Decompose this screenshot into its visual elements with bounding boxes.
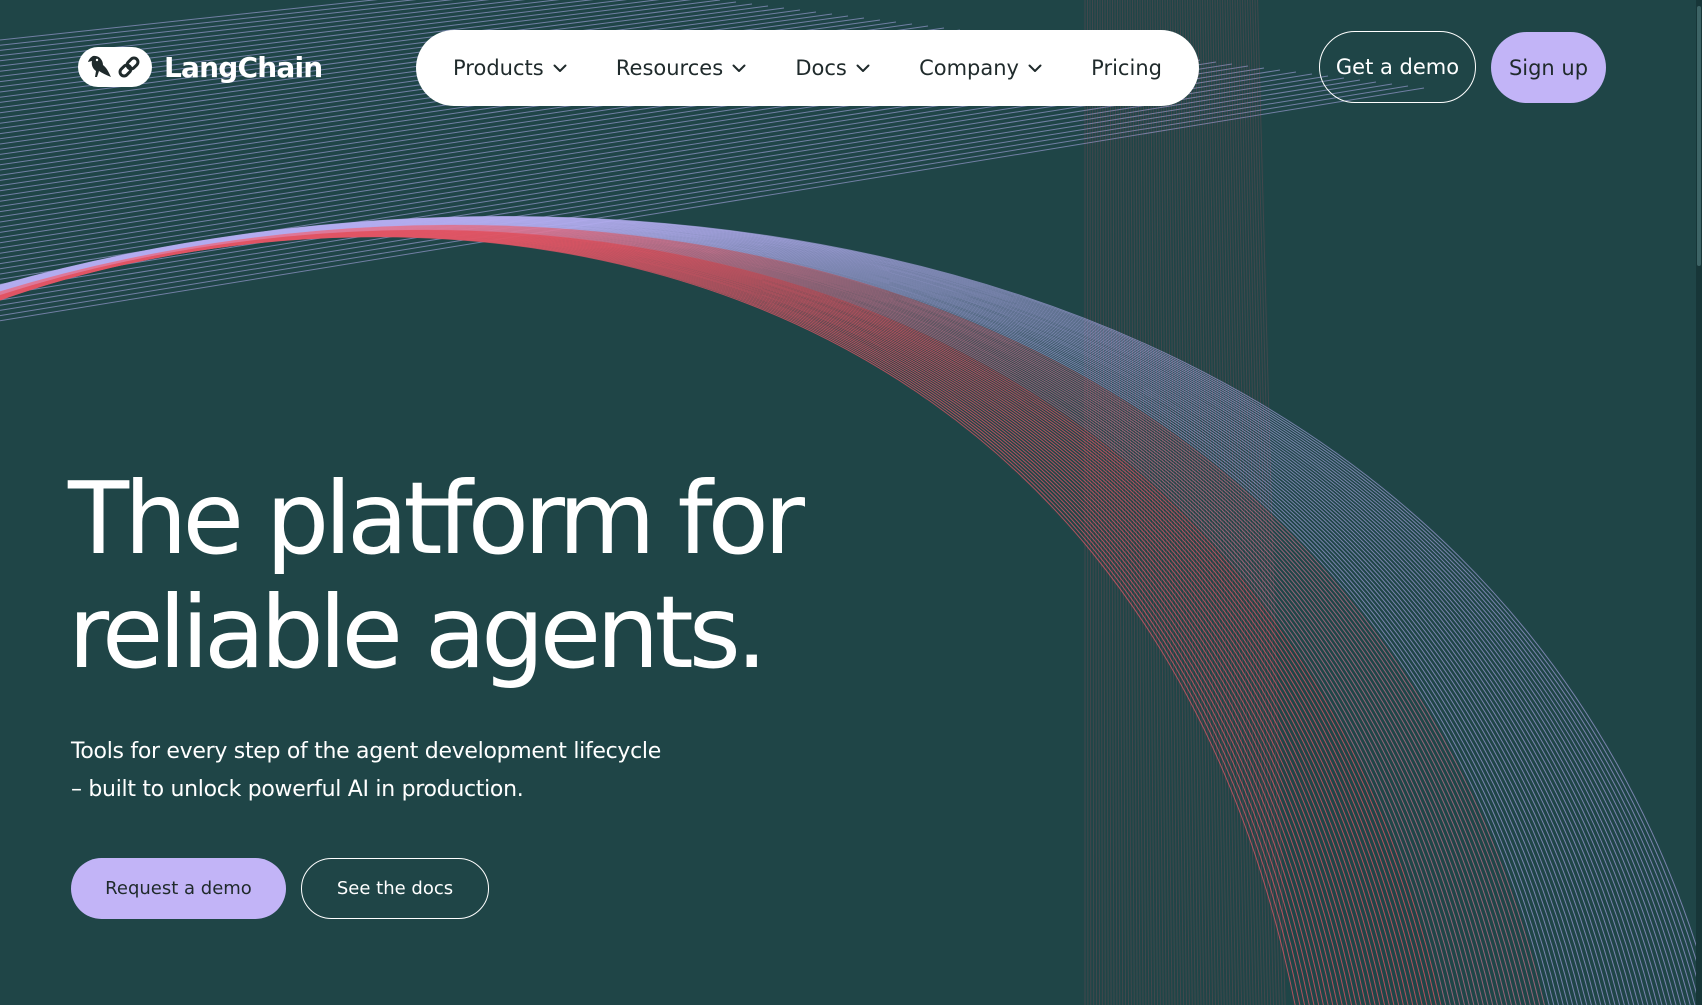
chevron-down-icon	[553, 64, 567, 72]
nav-products-label: Products	[453, 56, 544, 80]
nav-resources-label: Resources	[615, 56, 724, 80]
scrollbar[interactable]	[1696, 0, 1702, 1005]
chevron-down-icon	[732, 64, 746, 72]
main-nav: Products Resources Docs Company Pricing	[416, 30, 1199, 106]
chevron-down-icon	[856, 64, 870, 72]
hero-title: The platform for reliable agents.	[68, 460, 805, 691]
parrot-link-icon	[78, 47, 152, 87]
landing-page: LangChain Products Resources Docs Compan…	[0, 0, 1702, 1005]
brand-logo[interactable]: LangChain	[78, 47, 323, 87]
hero-subtitle-line-2: – built to unlock powerful AI in product…	[71, 777, 524, 802]
nav-products[interactable]: Products	[453, 56, 567, 80]
request-demo-button[interactable]: Request a demo	[71, 858, 286, 919]
nav-pricing[interactable]: Pricing	[1091, 56, 1162, 80]
get-demo-button[interactable]: Get a demo	[1319, 31, 1476, 103]
scrollbar-thumb[interactable]	[1697, 6, 1701, 266]
nav-company[interactable]: Company	[919, 56, 1042, 80]
hero-subtitle-line-1: Tools for every step of the agent develo…	[71, 739, 661, 764]
chevron-down-icon	[1028, 64, 1042, 72]
nav-docs-label: Docs	[795, 56, 847, 80]
hero-title-line-1: The platform for	[68, 460, 805, 577]
hero-title-line-2: reliable agents.	[68, 574, 768, 691]
nav-pricing-label: Pricing	[1091, 56, 1162, 80]
nav-docs[interactable]: Docs	[795, 56, 870, 80]
nav-resources[interactable]: Resources	[616, 56, 746, 80]
brand-name: LangChain	[164, 50, 323, 84]
vertical-line-fan	[1084, 0, 1286, 1005]
sign-up-button[interactable]: Sign up	[1491, 32, 1606, 103]
hero-subtitle: Tools for every step of the agent develo…	[71, 733, 661, 809]
see-docs-button[interactable]: See the docs	[301, 858, 489, 919]
nav-company-label: Company	[919, 56, 1019, 80]
